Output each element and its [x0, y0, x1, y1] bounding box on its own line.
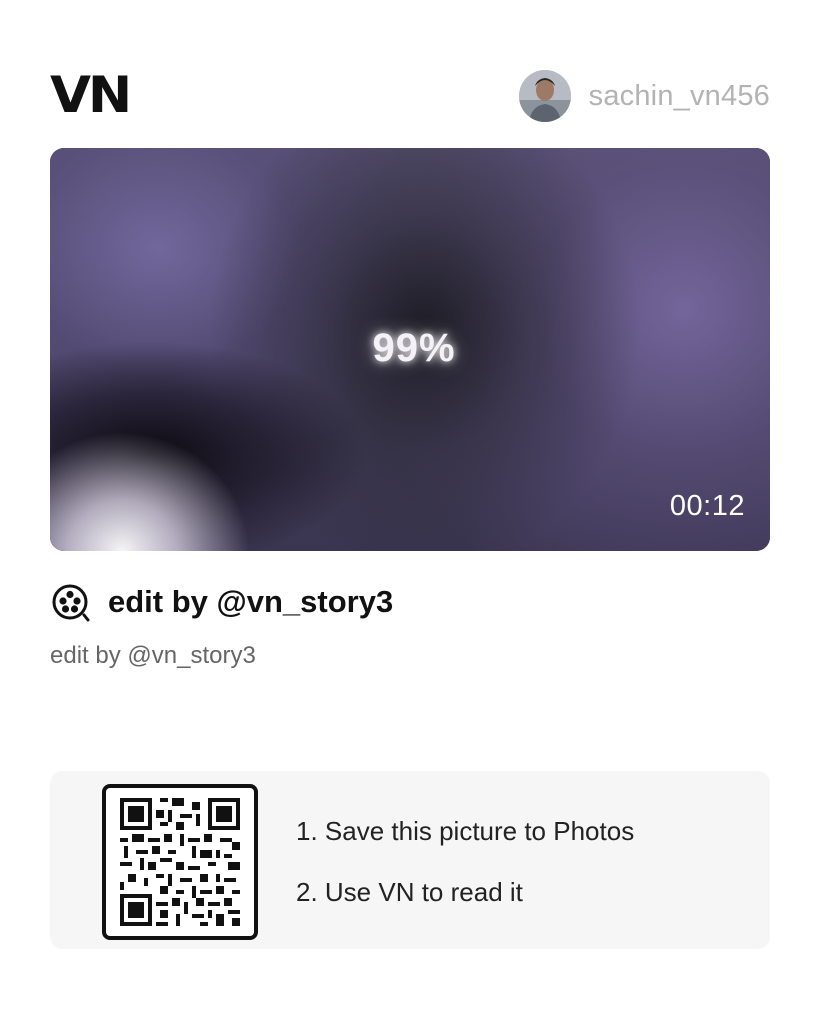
video-preview[interactable]: 99% 00:12 — [50, 148, 770, 551]
user-avatar-icon — [518, 70, 571, 122]
film-reel-icon — [52, 584, 90, 622]
qr-code — [102, 784, 258, 940]
project-description: edit by @vn_story3 — [50, 642, 256, 669]
avatar[interactable] — [518, 70, 571, 122]
instruction-step-1: 1. Save this picture to Photos — [296, 816, 635, 846]
project-title: edit by @vn_story3 — [108, 584, 394, 619]
vn-logo: VN — [50, 66, 132, 124]
user-badge[interactable]: sachin_vn456 — [518, 70, 770, 122]
qr-code-icon — [120, 798, 240, 926]
username[interactable]: sachin_vn456 — [589, 80, 770, 113]
qr-card: 1. Save this picture to Photos 2. Use VN… — [50, 771, 770, 949]
instruction-step-2: 2. Use VN to read it — [296, 877, 523, 907]
project-title-row: edit by @vn_story3 — [50, 580, 393, 624]
video-duration: 00:12 — [669, 490, 745, 522]
share-card-page: VN sachin_vn456 99% 00:12 edit by @vn_st… — [0, 0, 820, 1024]
video-overlay-text: 99% — [372, 326, 456, 370]
